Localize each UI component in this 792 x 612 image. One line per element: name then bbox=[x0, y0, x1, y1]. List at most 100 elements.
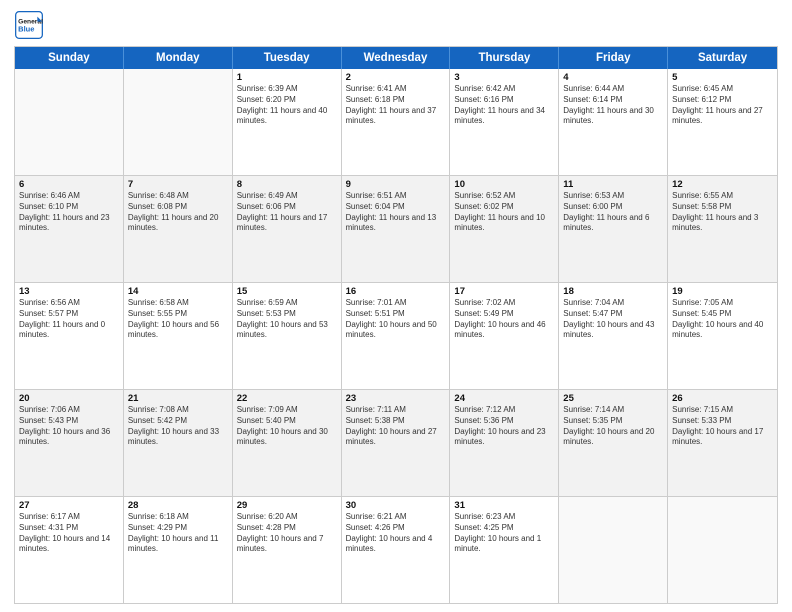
day-info: Sunrise: 6:59 AM Sunset: 5:53 PM Dayligh… bbox=[237, 298, 337, 341]
day-info: Sunrise: 6:52 AM Sunset: 6:02 PM Dayligh… bbox=[454, 191, 554, 234]
calendar: SundayMondayTuesdayWednesdayThursdayFrid… bbox=[14, 46, 778, 604]
day-number: 10 bbox=[454, 179, 554, 190]
day-number: 12 bbox=[672, 179, 773, 190]
calendar-cell: 29Sunrise: 6:20 AM Sunset: 4:28 PM Dayli… bbox=[233, 497, 342, 603]
calendar-cell: 6Sunrise: 6:46 AM Sunset: 6:10 PM Daylig… bbox=[15, 176, 124, 282]
day-number: 20 bbox=[19, 393, 119, 404]
day-number: 19 bbox=[672, 286, 773, 297]
day-info: Sunrise: 6:21 AM Sunset: 4:26 PM Dayligh… bbox=[346, 512, 446, 555]
day-info: Sunrise: 6:49 AM Sunset: 6:06 PM Dayligh… bbox=[237, 191, 337, 234]
calendar-cell: 26Sunrise: 7:15 AM Sunset: 5:33 PM Dayli… bbox=[668, 390, 777, 496]
day-info: Sunrise: 7:12 AM Sunset: 5:36 PM Dayligh… bbox=[454, 405, 554, 448]
day-number: 7 bbox=[128, 179, 228, 190]
day-number: 4 bbox=[563, 72, 663, 83]
calendar-cell: 13Sunrise: 6:56 AM Sunset: 5:57 PM Dayli… bbox=[15, 283, 124, 389]
day-number: 25 bbox=[563, 393, 663, 404]
day-number: 2 bbox=[346, 72, 446, 83]
day-info: Sunrise: 6:53 AM Sunset: 6:00 PM Dayligh… bbox=[563, 191, 663, 234]
calendar-cell: 23Sunrise: 7:11 AM Sunset: 5:38 PM Dayli… bbox=[342, 390, 451, 496]
calendar-cell: 9Sunrise: 6:51 AM Sunset: 6:04 PM Daylig… bbox=[342, 176, 451, 282]
day-header-wednesday: Wednesday bbox=[342, 47, 451, 69]
calendar-cell: 19Sunrise: 7:05 AM Sunset: 5:45 PM Dayli… bbox=[668, 283, 777, 389]
day-info: Sunrise: 6:18 AM Sunset: 4:29 PM Dayligh… bbox=[128, 512, 228, 555]
day-header-thursday: Thursday bbox=[450, 47, 559, 69]
calendar-cell bbox=[559, 497, 668, 603]
svg-text:Blue: Blue bbox=[18, 25, 34, 34]
day-number: 6 bbox=[19, 179, 119, 190]
calendar-header: SundayMondayTuesdayWednesdayThursdayFrid… bbox=[15, 47, 777, 69]
day-info: Sunrise: 6:20 AM Sunset: 4:28 PM Dayligh… bbox=[237, 512, 337, 555]
day-number: 1 bbox=[237, 72, 337, 83]
calendar-row-4: 20Sunrise: 7:06 AM Sunset: 5:43 PM Dayli… bbox=[15, 389, 777, 496]
day-info: Sunrise: 6:23 AM Sunset: 4:25 PM Dayligh… bbox=[454, 512, 554, 555]
day-number: 8 bbox=[237, 179, 337, 190]
calendar-cell: 17Sunrise: 7:02 AM Sunset: 5:49 PM Dayli… bbox=[450, 283, 559, 389]
day-info: Sunrise: 7:09 AM Sunset: 5:40 PM Dayligh… bbox=[237, 405, 337, 448]
day-number: 17 bbox=[454, 286, 554, 297]
day-header-saturday: Saturday bbox=[668, 47, 777, 69]
calendar-cell bbox=[15, 69, 124, 175]
day-number: 31 bbox=[454, 500, 554, 511]
calendar-cell: 1Sunrise: 6:39 AM Sunset: 6:20 PM Daylig… bbox=[233, 69, 342, 175]
day-header-tuesday: Tuesday bbox=[233, 47, 342, 69]
day-info: Sunrise: 6:48 AM Sunset: 6:08 PM Dayligh… bbox=[128, 191, 228, 234]
calendar-cell: 14Sunrise: 6:58 AM Sunset: 5:55 PM Dayli… bbox=[124, 283, 233, 389]
calendar-cell bbox=[124, 69, 233, 175]
calendar-body: 1Sunrise: 6:39 AM Sunset: 6:20 PM Daylig… bbox=[15, 69, 777, 603]
calendar-cell: 3Sunrise: 6:42 AM Sunset: 6:16 PM Daylig… bbox=[450, 69, 559, 175]
day-number: 21 bbox=[128, 393, 228, 404]
day-info: Sunrise: 6:56 AM Sunset: 5:57 PM Dayligh… bbox=[19, 298, 119, 341]
calendar-cell: 2Sunrise: 6:41 AM Sunset: 6:18 PM Daylig… bbox=[342, 69, 451, 175]
calendar-cell: 15Sunrise: 6:59 AM Sunset: 5:53 PM Dayli… bbox=[233, 283, 342, 389]
calendar-row-3: 13Sunrise: 6:56 AM Sunset: 5:57 PM Dayli… bbox=[15, 282, 777, 389]
calendar-cell: 20Sunrise: 7:06 AM Sunset: 5:43 PM Dayli… bbox=[15, 390, 124, 496]
calendar-cell: 27Sunrise: 6:17 AM Sunset: 4:31 PM Dayli… bbox=[15, 497, 124, 603]
day-number: 26 bbox=[672, 393, 773, 404]
day-info: Sunrise: 7:06 AM Sunset: 5:43 PM Dayligh… bbox=[19, 405, 119, 448]
calendar-cell: 24Sunrise: 7:12 AM Sunset: 5:36 PM Dayli… bbox=[450, 390, 559, 496]
day-info: Sunrise: 6:58 AM Sunset: 5:55 PM Dayligh… bbox=[128, 298, 228, 341]
calendar-row-2: 6Sunrise: 6:46 AM Sunset: 6:10 PM Daylig… bbox=[15, 175, 777, 282]
day-number: 29 bbox=[237, 500, 337, 511]
day-info: Sunrise: 6:39 AM Sunset: 6:20 PM Dayligh… bbox=[237, 84, 337, 127]
day-info: Sunrise: 6:51 AM Sunset: 6:04 PM Dayligh… bbox=[346, 191, 446, 234]
day-number: 16 bbox=[346, 286, 446, 297]
day-info: Sunrise: 6:17 AM Sunset: 4:31 PM Dayligh… bbox=[19, 512, 119, 555]
day-info: Sunrise: 6:42 AM Sunset: 6:16 PM Dayligh… bbox=[454, 84, 554, 127]
day-info: Sunrise: 7:01 AM Sunset: 5:51 PM Dayligh… bbox=[346, 298, 446, 341]
day-header-friday: Friday bbox=[559, 47, 668, 69]
day-info: Sunrise: 7:08 AM Sunset: 5:42 PM Dayligh… bbox=[128, 405, 228, 448]
calendar-cell: 5Sunrise: 6:45 AM Sunset: 6:12 PM Daylig… bbox=[668, 69, 777, 175]
calendar-cell: 4Sunrise: 6:44 AM Sunset: 6:14 PM Daylig… bbox=[559, 69, 668, 175]
day-header-monday: Monday bbox=[124, 47, 233, 69]
day-number: 5 bbox=[672, 72, 773, 83]
day-info: Sunrise: 6:46 AM Sunset: 6:10 PM Dayligh… bbox=[19, 191, 119, 234]
calendar-row-5: 27Sunrise: 6:17 AM Sunset: 4:31 PM Dayli… bbox=[15, 496, 777, 603]
day-number: 13 bbox=[19, 286, 119, 297]
day-header-sunday: Sunday bbox=[15, 47, 124, 69]
day-info: Sunrise: 7:11 AM Sunset: 5:38 PM Dayligh… bbox=[346, 405, 446, 448]
logo: General Blue bbox=[14, 10, 44, 40]
calendar-cell: 30Sunrise: 6:21 AM Sunset: 4:26 PM Dayli… bbox=[342, 497, 451, 603]
day-info: Sunrise: 6:45 AM Sunset: 6:12 PM Dayligh… bbox=[672, 84, 773, 127]
calendar-cell: 22Sunrise: 7:09 AM Sunset: 5:40 PM Dayli… bbox=[233, 390, 342, 496]
day-number: 23 bbox=[346, 393, 446, 404]
day-number: 9 bbox=[346, 179, 446, 190]
day-number: 30 bbox=[346, 500, 446, 511]
calendar-cell: 8Sunrise: 6:49 AM Sunset: 6:06 PM Daylig… bbox=[233, 176, 342, 282]
day-number: 11 bbox=[563, 179, 663, 190]
calendar-cell bbox=[668, 497, 777, 603]
day-number: 28 bbox=[128, 500, 228, 511]
day-number: 27 bbox=[19, 500, 119, 511]
day-info: Sunrise: 7:14 AM Sunset: 5:35 PM Dayligh… bbox=[563, 405, 663, 448]
calendar-cell: 7Sunrise: 6:48 AM Sunset: 6:08 PM Daylig… bbox=[124, 176, 233, 282]
day-number: 18 bbox=[563, 286, 663, 297]
day-number: 3 bbox=[454, 72, 554, 83]
day-number: 15 bbox=[237, 286, 337, 297]
calendar-cell: 12Sunrise: 6:55 AM Sunset: 5:58 PM Dayli… bbox=[668, 176, 777, 282]
day-number: 24 bbox=[454, 393, 554, 404]
calendar-cell: 16Sunrise: 7:01 AM Sunset: 5:51 PM Dayli… bbox=[342, 283, 451, 389]
day-info: Sunrise: 7:05 AM Sunset: 5:45 PM Dayligh… bbox=[672, 298, 773, 341]
day-info: Sunrise: 6:44 AM Sunset: 6:14 PM Dayligh… bbox=[563, 84, 663, 127]
day-info: Sunrise: 6:41 AM Sunset: 6:18 PM Dayligh… bbox=[346, 84, 446, 127]
